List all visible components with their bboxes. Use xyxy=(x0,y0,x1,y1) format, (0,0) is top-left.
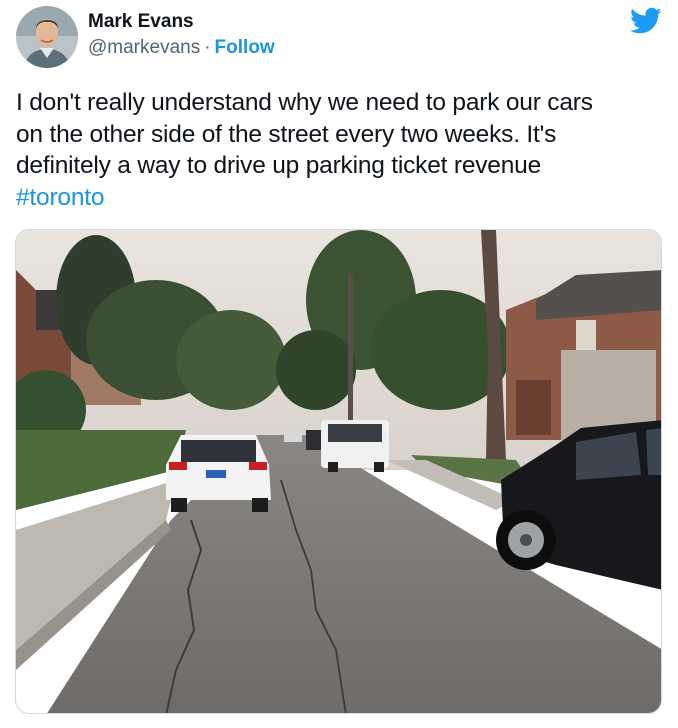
author-avatar[interactable] xyxy=(16,6,78,68)
author-handle[interactable]: @markevans xyxy=(88,37,200,58)
twitter-bird-icon[interactable] xyxy=(630,7,662,35)
tweet-line: on the other side of the street every tw… xyxy=(16,120,557,148)
author-handle-row: @markevans · Follow xyxy=(88,37,275,59)
tweet-text: I don't really understand why we need to… xyxy=(16,87,656,213)
avatar-image xyxy=(16,6,78,68)
follow-button[interactable]: Follow xyxy=(215,37,275,58)
tweet-line: definitely a way to drive up parking tic… xyxy=(16,152,542,179)
tweet-photo[interactable] xyxy=(15,229,662,714)
separator-dot: · xyxy=(204,37,211,58)
author-name[interactable]: Mark Evans xyxy=(88,11,194,33)
tweet-line: I don't really understand why we need to… xyxy=(16,89,593,116)
hashtag-link[interactable]: #toronto xyxy=(16,182,656,214)
street-photo xyxy=(16,230,661,713)
